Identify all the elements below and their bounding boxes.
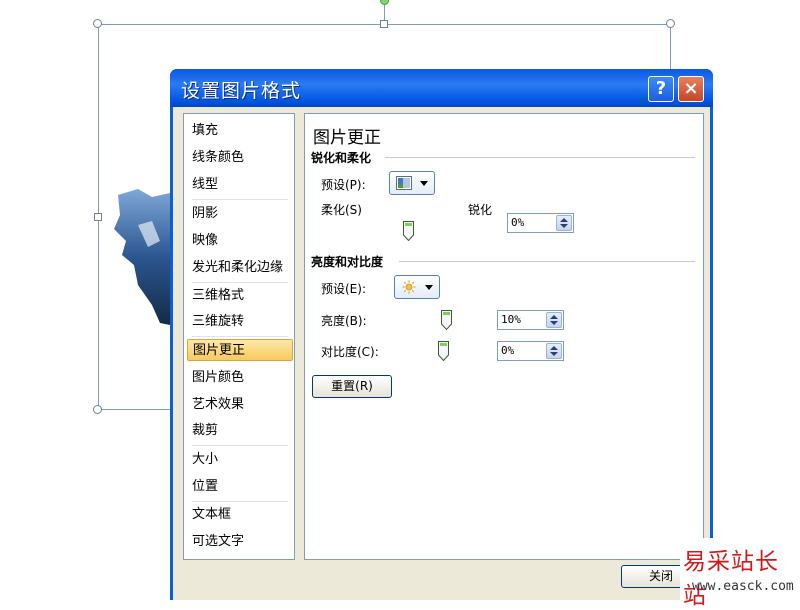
- picture-corrections-panel: 图片更正 锐化和柔化 预设(P): 柔化(S) 锐化 0% 亮度和对比度 预设(…: [304, 113, 704, 560]
- brightness-contrast-heading: 亮度和对比度: [311, 255, 384, 269]
- nav-item-glow-soft-edges[interactable]: 发光和柔化边缘: [192, 257, 283, 279]
- selected-picture: [114, 189, 170, 325]
- sharpen-label: 锐化: [468, 203, 493, 217]
- soften-label: 柔化(S): [321, 203, 362, 217]
- spin-down-icon[interactable]: [550, 352, 558, 356]
- nav-item-crop[interactable]: 裁剪: [192, 420, 218, 442]
- resize-handle-bottom-left[interactable]: [93, 405, 102, 414]
- rotation-handle[interactable]: [380, 0, 389, 5]
- sharpen-preset-dropdown[interactable]: [389, 171, 435, 195]
- rotation-handle-stem: [384, 4, 385, 21]
- sharpen-value[interactable]: 0%: [511, 216, 524, 229]
- nav-separator: [192, 336, 288, 337]
- sun-icon: [402, 280, 416, 294]
- spin-down-icon[interactable]: [550, 321, 558, 325]
- help-icon: ?: [655, 78, 667, 99]
- sharpen-preset-icon: [396, 176, 412, 190]
- contrast-value[interactable]: 0%: [501, 344, 514, 357]
- nav-item-position[interactable]: 位置: [192, 476, 218, 498]
- nav-item-shadow[interactable]: 阴影: [192, 203, 218, 225]
- resize-handle-top[interactable]: [380, 20, 388, 28]
- close-icon: ×: [683, 78, 699, 99]
- sharpen-slider-thumb[interactable]: [402, 221, 414, 241]
- dialog-title: 设置图片格式: [181, 80, 302, 102]
- nav-item-fill[interactable]: 填充: [192, 120, 218, 142]
- resize-handle-top-left[interactable]: [93, 19, 102, 28]
- nav-item-artistic-effects[interactable]: 艺术效果: [192, 394, 244, 416]
- spinner-buttons[interactable]: [546, 312, 562, 328]
- nav-separator: [192, 199, 288, 200]
- spinner-buttons[interactable]: [546, 343, 562, 359]
- brightness-label: 亮度(B):: [321, 314, 367, 328]
- spin-down-icon[interactable]: [560, 224, 568, 228]
- section-divider: [385, 157, 695, 158]
- sharpen-soften-heading: 锐化和柔化: [311, 151, 372, 165]
- site-watermark: 易采站长站 www.easck.com: [680, 538, 800, 609]
- sharpen-spinner[interactable]: 0%: [507, 213, 574, 233]
- dialog-titlebar[interactable]: 设置图片格式 ? ×: [170, 69, 713, 107]
- brightness-preset-label: 预设(E):: [321, 282, 366, 296]
- spinner-buttons[interactable]: [556, 215, 572, 231]
- help-button[interactable]: ?: [648, 76, 674, 102]
- dialog-client-area: 填充 线条颜色 线型 阴影 映像 发光和柔化边缘 三维格式 三维旋转 图片更正 …: [173, 107, 710, 600]
- panel-title: 图片更正: [313, 128, 381, 148]
- reset-button[interactable]: 重置(R): [312, 375, 392, 398]
- sharpen-preset-label: 预设(P):: [321, 178, 366, 192]
- nav-item-alt-text[interactable]: 可选文字: [192, 531, 244, 553]
- chevron-down-icon: [425, 285, 433, 290]
- nav-item-line-style[interactable]: 线型: [192, 174, 218, 196]
- nav-separator: [192, 501, 288, 502]
- close-window-button[interactable]: ×: [678, 76, 704, 102]
- brightness-value[interactable]: 10%: [501, 313, 521, 326]
- section-divider: [399, 261, 695, 262]
- contrast-spinner[interactable]: 0%: [497, 341, 564, 361]
- contrast-slider-thumb[interactable]: [437, 341, 449, 361]
- nav-separator: [192, 445, 288, 446]
- nav-item-picture-color[interactable]: 图片颜色: [192, 367, 244, 389]
- nav-item-text-box[interactable]: 文本框: [192, 504, 231, 526]
- nav-item-size[interactable]: 大小: [192, 449, 218, 471]
- brightness-preset-dropdown[interactable]: [394, 275, 440, 299]
- nav-item-reflection[interactable]: 映像: [192, 230, 218, 252]
- watermark-url: www.easck.com: [692, 579, 794, 594]
- spin-up-icon[interactable]: [550, 346, 558, 350]
- spin-up-icon[interactable]: [560, 218, 568, 222]
- resize-handle-left[interactable]: [94, 213, 102, 221]
- chevron-down-icon: [420, 181, 428, 186]
- brightness-slider-thumb[interactable]: [441, 310, 453, 330]
- nav-item-picture-corrections[interactable]: 图片更正: [187, 339, 293, 361]
- nav-item-3d-rotation[interactable]: 三维旋转: [192, 311, 244, 333]
- spin-up-icon[interactable]: [550, 315, 558, 319]
- brightness-spinner[interactable]: 10%: [497, 310, 564, 330]
- resize-handle-top-right[interactable]: [666, 19, 675, 28]
- category-list: 填充 线条颜色 线型 阴影 映像 发光和柔化边缘 三维格式 三维旋转 图片更正 …: [183, 113, 295, 560]
- contrast-label: 对比度(C):: [321, 345, 379, 359]
- nav-item-3d-format[interactable]: 三维格式: [192, 285, 244, 307]
- nav-item-line-color[interactable]: 线条颜色: [192, 147, 244, 169]
- format-picture-dialog: 设置图片格式 ? × 填充 线条颜色 线型 阴影 映像 发光和柔化边缘 三维格式…: [170, 69, 713, 600]
- nav-separator: [192, 282, 288, 283]
